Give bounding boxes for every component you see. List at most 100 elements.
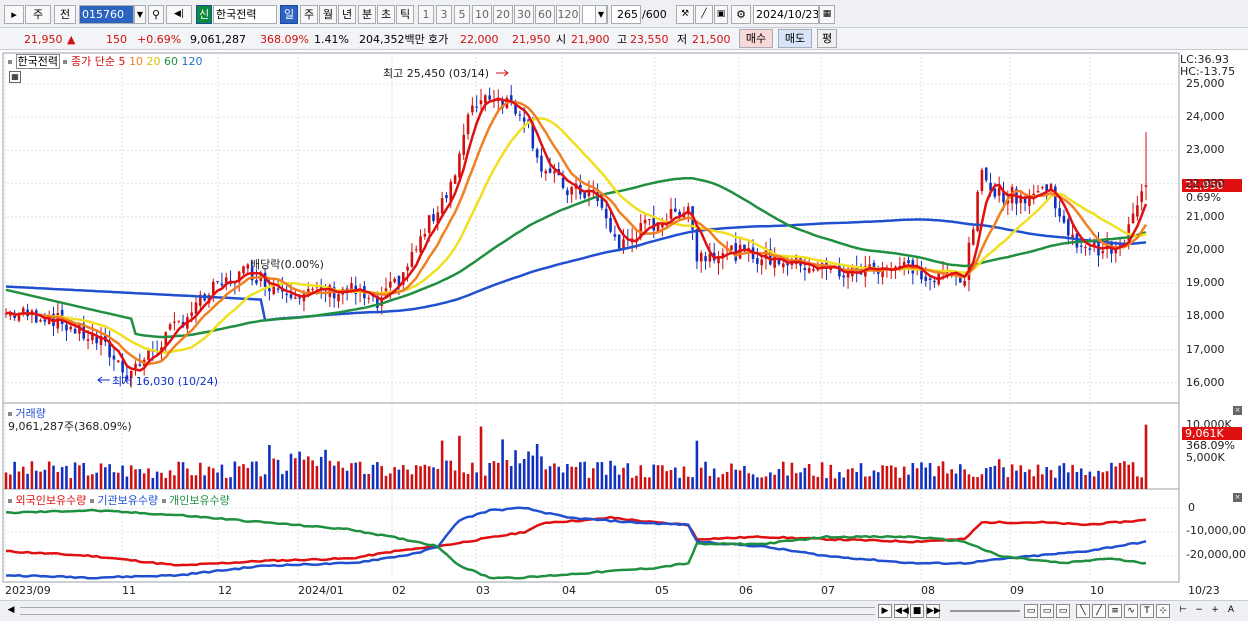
period-tick[interactable]: 틱: [396, 5, 414, 24]
min-1[interactable]: 1: [418, 5, 434, 24]
legend-foreign: 외국인보유수량: [15, 494, 87, 507]
trend-tool-icon[interactable]: ╱: [1092, 604, 1106, 618]
stock-code-input[interactable]: 015760: [79, 5, 134, 24]
candle: [427, 215, 431, 233]
holder-tick-10m: -10,000,00: [1186, 524, 1246, 537]
period-month[interactable]: 월: [319, 5, 337, 24]
volume-bar: [591, 468, 595, 489]
period-day[interactable]: 일: [280, 5, 298, 24]
legend-individual: 개인보유수량: [169, 494, 230, 507]
turnover: 1.41%: [314, 33, 349, 46]
text-tool-icon[interactable]: T: [1140, 604, 1154, 618]
min-10[interactable]: 10: [472, 5, 492, 24]
x-axis-label: 2023/09: [5, 584, 51, 597]
market-type-select[interactable]: 주: [25, 5, 51, 24]
volume-bar: [769, 472, 772, 489]
scroll-right-icon[interactable]: ▶: [878, 604, 892, 618]
prev-button[interactable]: 전: [54, 5, 76, 24]
chart-menu-button[interactable]: ▸: [4, 5, 24, 24]
period-dropdown-icon[interactable]: ▼: [595, 5, 607, 24]
candle: [1054, 186, 1057, 209]
volume-bar: [440, 440, 444, 489]
volume-pct-tag: 368.09%: [1186, 439, 1235, 452]
gear-icon[interactable]: ⚙: [731, 5, 751, 24]
volume-bar: [984, 468, 988, 489]
grid-table-icon[interactable]: ▦: [9, 71, 21, 83]
period-second[interactable]: 초: [377, 5, 395, 24]
volume-bar: [674, 467, 677, 489]
zoom-fit-icon[interactable]: ⊢: [1176, 604, 1190, 618]
volume-bar: [60, 467, 64, 489]
zoom-out-icon[interactable]: −: [1192, 604, 1206, 618]
stock-chart[interactable]: [0, 50, 1248, 600]
volume-bar: [933, 476, 936, 489]
volume-bar: [656, 465, 660, 489]
scroll-track[interactable]: [20, 607, 875, 615]
fib-tool-icon[interactable]: ≡: [1108, 604, 1122, 618]
min-5[interactable]: 5: [454, 5, 470, 24]
sound-icon[interactable]: ◀|: [166, 5, 192, 24]
legend-square-icon: [8, 60, 12, 64]
period-week[interactable]: 주: [300, 5, 318, 24]
line-tool-icon[interactable]: ╲: [1076, 604, 1090, 618]
volume-bar: [669, 470, 673, 489]
scroll-last-icon[interactable]: ▶▶: [926, 604, 941, 618]
min-120[interactable]: 120: [556, 5, 580, 24]
volume-bar: [17, 471, 21, 489]
window2-icon[interactable]: ▭: [1040, 604, 1054, 618]
volume-bar: [1071, 464, 1074, 489]
volume-bar: [1088, 471, 1092, 489]
draw-tool-icon[interactable]: ╱: [695, 5, 713, 24]
candle: [971, 229, 975, 245]
volume-bar: [384, 475, 388, 489]
volume-bar: [885, 465, 889, 489]
candle: [846, 273, 850, 278]
candle: [311, 288, 314, 290]
scroll-first-icon[interactable]: ◀◀: [894, 604, 909, 618]
volume-bar: [311, 460, 314, 489]
volume-bar: [263, 474, 267, 489]
zoom-in-icon[interactable]: +: [1208, 604, 1222, 618]
scroll-left-icon[interactable]: ◀: [4, 604, 18, 618]
window-icon[interactable]: ▭: [1024, 604, 1038, 618]
volume-bar: [1019, 465, 1023, 489]
min-20[interactable]: 20: [493, 5, 513, 24]
price-tick: 16,000: [1186, 375, 1225, 389]
search-icon[interactable]: ⚲: [148, 5, 164, 24]
window3-icon[interactable]: ▭: [1056, 604, 1070, 618]
candle: [242, 266, 245, 274]
volume-bar: [173, 475, 176, 489]
min-3[interactable]: 3: [436, 5, 452, 24]
volume-bar: [686, 476, 690, 489]
font-size-icon[interactable]: A: [1224, 604, 1238, 618]
scroll-bar[interactable]: ◀ ▶ ◀◀ ■ ▶▶ ▭ ▭ ▭ ╲ ╱ ≡ ∿ T ⊹ ⊢ − + A: [0, 600, 1248, 621]
count-input[interactable]: 265: [611, 5, 641, 24]
min-60[interactable]: 60: [535, 5, 555, 24]
volume-bar: [950, 469, 953, 489]
period-minute[interactable]: 분: [358, 5, 376, 24]
period-year[interactable]: 년: [338, 5, 356, 24]
sell-button[interactable]: 매도: [778, 29, 812, 48]
zoom-slider[interactable]: [950, 610, 1020, 612]
save-icon[interactable]: ▣: [714, 5, 728, 24]
stop-icon[interactable]: ■: [910, 604, 924, 618]
calendar-icon[interactable]: ▦: [819, 5, 835, 24]
candle: [907, 260, 910, 264]
candle: [112, 355, 116, 360]
close-holder-panel-icon[interactable]: ×: [1233, 493, 1242, 502]
volume-bar: [242, 464, 245, 489]
code-dropdown-icon[interactable]: ▼: [134, 5, 146, 24]
buy-button[interactable]: 매수: [739, 29, 773, 48]
date-input[interactable]: 2024/10/23: [753, 5, 819, 24]
legend-institution: 기관보유수량: [97, 494, 159, 507]
volume-bar: [514, 450, 517, 489]
volume-bar: [613, 465, 617, 489]
avg-button[interactable]: 평: [817, 29, 837, 48]
volume-bar: [1028, 469, 1031, 489]
indicator-icon[interactable]: ⚒: [676, 5, 694, 24]
close-volume-panel-icon[interactable]: ×: [1233, 406, 1242, 415]
min-30[interactable]: 30: [514, 5, 534, 24]
cross-tool-icon[interactable]: ⊹: [1156, 604, 1170, 618]
wave-tool-icon[interactable]: ∿: [1124, 604, 1138, 618]
candle: [933, 280, 936, 283]
